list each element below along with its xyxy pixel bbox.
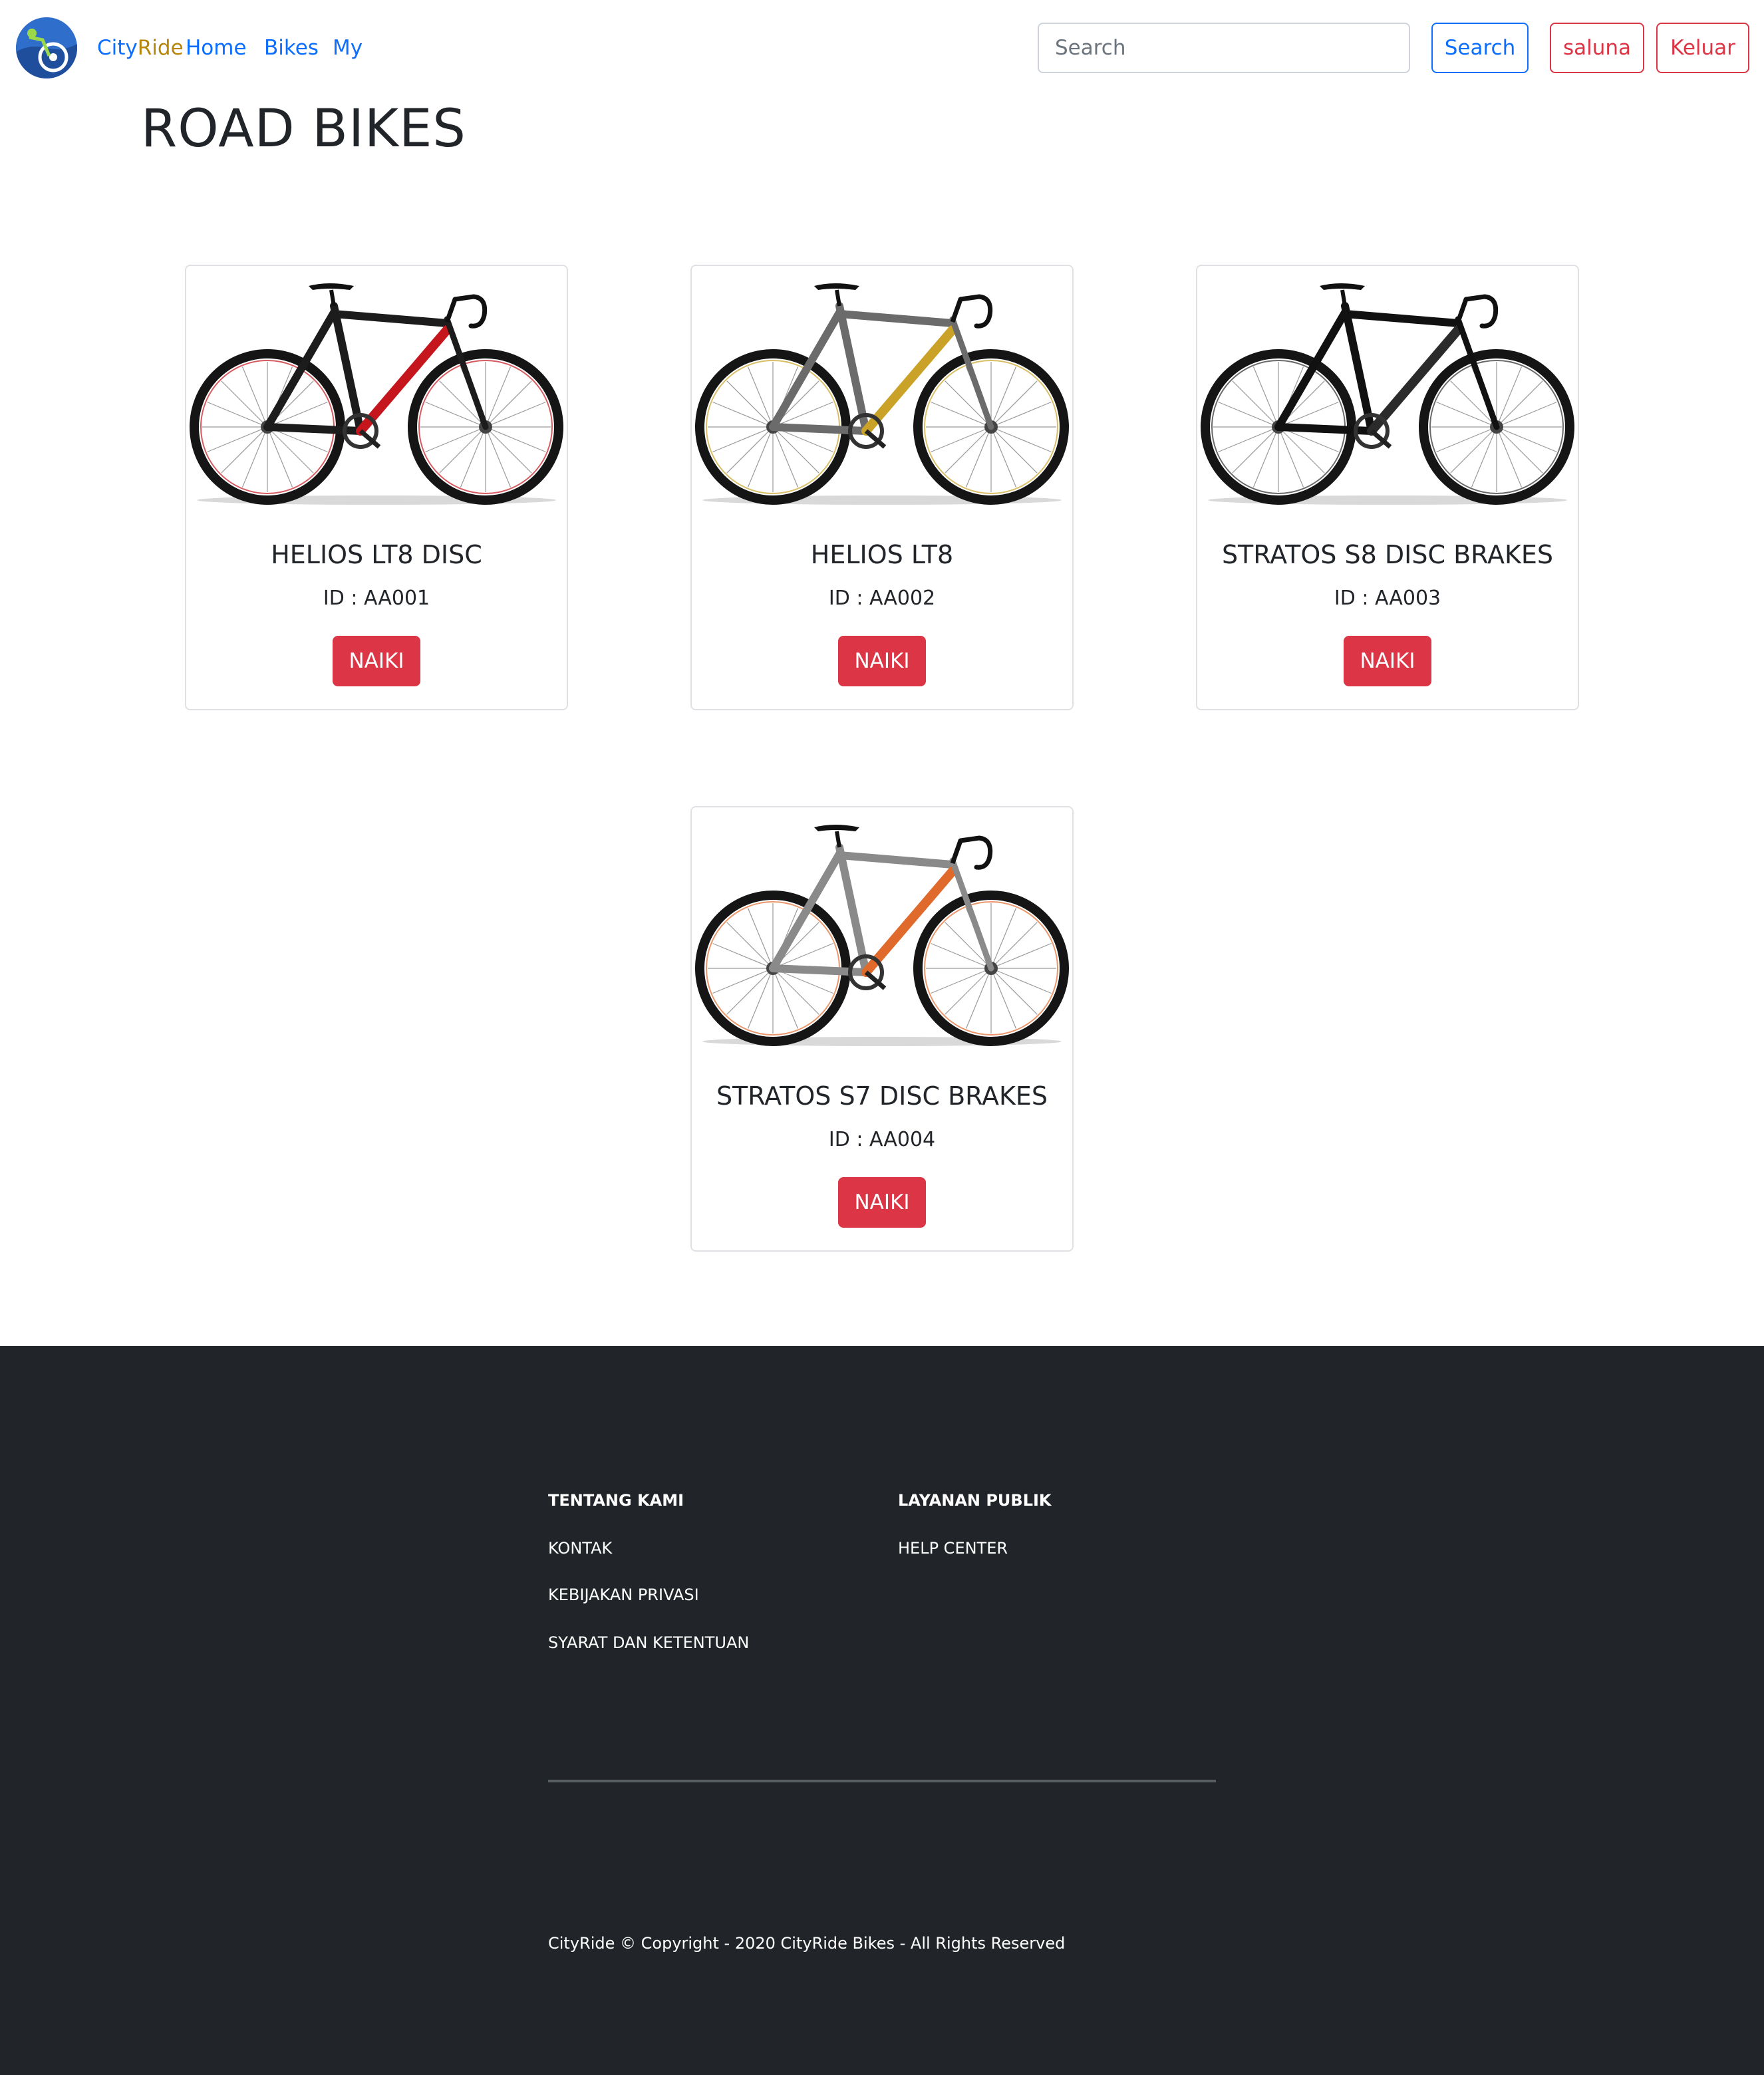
bike-name: STRATOS S8 DISC BRAKES [1221,540,1554,569]
footer-link-help-center[interactable]: HELP CENTER [898,1536,1008,1560]
brand-ride-text: Ride [137,36,184,60]
footer-divider [548,1780,1216,1782]
search-button[interactable]: Search [1431,23,1529,73]
bike-image[interactable] [692,807,1072,1047]
bike-id: ID : AA001 [323,587,430,610]
bike-id: ID : AA003 [1334,587,1441,610]
nav-my-link[interactable]: My [333,32,363,64]
bike-image[interactable] [186,266,567,505]
brand-link[interactable]: CityRide [97,32,184,64]
bike-name: HELIOS LT8 DISC [271,540,482,569]
footer-copyright: CityRide © Copyright - 2020 CityRide Bik… [548,1934,1066,1953]
naiki-button[interactable]: NAIKI [1344,636,1431,686]
bike-card: STRATOS S8 DISC BRAKES ID : AA003 NAIKI [1196,265,1579,710]
search-input[interactable] [1038,23,1410,73]
footer-link-syarat-ketentuan[interactable]: SYARAT DAN KETENTUAN [548,1631,749,1655]
bike-id: ID : AA004 [828,1128,936,1151]
brand-city-text: City [97,36,138,60]
bike-name: HELIOS LT8 [810,540,954,569]
bike-name: STRATOS S7 DISC BRAKES [716,1081,1048,1111]
bike-id: ID : AA002 [828,587,936,610]
bike-card: STRATOS S7 DISC BRAKES ID : AA004 NAIKI [690,806,1074,1252]
naiki-button[interactable]: NAIKI [838,636,926,686]
bike-image[interactable] [692,266,1072,505]
page-title: ROAD BIKES [141,99,466,159]
user-button[interactable]: saluna [1550,23,1644,73]
bike-card: HELIOS LT8 DISC ID : AA001 NAIKI [185,265,568,710]
nav-bikes-link[interactable]: Bikes [264,32,319,64]
nav-home-link[interactable]: Home [186,32,247,64]
navbar: CityRide Home Bikes My Search saluna Kel… [0,0,1764,96]
bike-image[interactable] [1197,266,1578,505]
footer-heading-layanan-publik: LAYANAN PUBLIK [898,1491,1052,1510]
bike-card: HELIOS LT8 ID : AA002 NAIKI [690,265,1074,710]
naiki-button[interactable]: NAIKI [838,1177,926,1228]
cityride-logo-icon[interactable] [16,17,77,78]
footer-link-kebijakan-privasi[interactable]: KEBIJAKAN PRIVASI [548,1583,699,1607]
footer-link-kontak[interactable]: KONTAK [548,1536,612,1560]
footer-heading-tentang-kami: TENTANG KAMI [548,1491,684,1510]
naiki-button[interactable]: NAIKI [333,636,420,686]
logout-button[interactable]: Keluar [1656,23,1749,73]
footer: TENTANG KAMI KONTAK KEBIJAKAN PRIVASI SY… [0,1346,1764,2075]
